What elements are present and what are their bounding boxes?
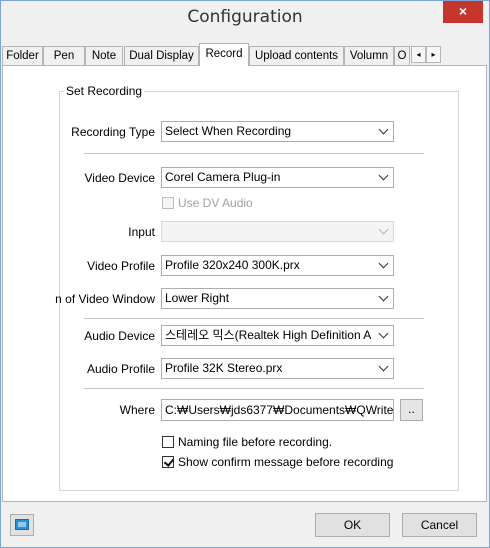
audio-device-label: Audio Device [84, 329, 155, 343]
video-window-select[interactable]: Lower Right [161, 288, 394, 309]
input-select[interactable] [161, 221, 394, 242]
separator [84, 153, 424, 154]
chevron-down-icon [378, 328, 389, 339]
tab-upload-contents[interactable]: Upload contents [249, 46, 344, 65]
separator [84, 318, 424, 319]
chevron-down-icon [378, 170, 389, 181]
tab-volumn[interactable]: Volumn [344, 46, 394, 65]
video-window-label-text: n of Video Window [55, 292, 155, 306]
tab-folder[interactable]: Folder [2, 46, 43, 65]
use-dv-audio-label: Use DV Audio [178, 196, 253, 210]
chevron-down-icon [378, 258, 389, 269]
audio-profile-select[interactable]: Profile 32K Stereo.prx [161, 358, 394, 379]
video-profile-label: Video Profile [87, 259, 155, 273]
use-dv-audio-checkbox[interactable]: Use DV Audio [162, 196, 253, 210]
tab-scroll-right-icon[interactable]: ▸ [426, 46, 441, 63]
audio-device-select[interactable]: 스테레오 믹스(Realtek High Definition A [161, 325, 394, 346]
chevron-down-icon [378, 224, 389, 235]
display-icon[interactable] [10, 514, 34, 536]
configuration-window: Configuration × Folder Pen Note Dual Dis… [0, 0, 490, 548]
video-profile-select[interactable]: Profile 320x240 300K.prx [161, 255, 394, 276]
video-device-value: Corel Camera Plug-in [165, 170, 281, 184]
show-confirm-checkbox[interactable]: Show confirm message before recording [162, 455, 393, 469]
checkbox-box [162, 436, 174, 448]
input-label: Input [128, 225, 155, 239]
group-title: Set Recording [64, 84, 145, 98]
chevron-down-icon [378, 361, 389, 372]
tab-dual-display[interactable]: Dual Display [124, 46, 199, 65]
tab-overflow[interactable]: O [394, 46, 410, 65]
video-device-select[interactable]: Corel Camera Plug-in [161, 167, 394, 188]
tab-record[interactable]: Record [199, 43, 249, 66]
screen-icon [15, 519, 29, 530]
chevron-down-icon [378, 124, 389, 135]
ok-button[interactable]: OK [315, 513, 390, 537]
recording-type-value: Select When Recording [165, 124, 292, 138]
naming-before-label: Naming file before recording. [178, 435, 333, 449]
close-button[interactable]: × [443, 1, 483, 23]
tab-strip: Folder Pen Note Dual Display Record Uplo… [2, 43, 488, 66]
tab-pen[interactable]: Pen [43, 46, 85, 65]
video-profile-value: Profile 320x240 300K.prx [165, 258, 300, 272]
recording-type-select[interactable]: Select When Recording [161, 121, 394, 142]
video-window-value: Lower Right [165, 291, 230, 305]
browse-button[interactable]: .. [400, 399, 423, 421]
video-window-label: n of Video Window [55, 292, 155, 306]
tab-note[interactable]: Note [85, 46, 123, 65]
audio-profile-label: Audio Profile [86, 362, 155, 376]
naming-before-checkbox[interactable]: Naming file before recording. [162, 435, 332, 449]
separator [84, 388, 424, 389]
checkbox-box [162, 197, 174, 209]
audio-device-value: 스테레오 믹스(Realtek High Definition A [165, 328, 372, 342]
tab-scroll-left-icon[interactable]: ◂ [411, 46, 426, 63]
chevron-down-icon [378, 291, 389, 302]
video-device-label: Video Device [84, 171, 156, 185]
window-title: Configuration [187, 7, 303, 27]
show-confirm-label: Show confirm message before recording [178, 455, 394, 469]
audio-profile-value: Profile 32K Stereo.prx [165, 361, 283, 375]
recording-type-label: Recording Type [71, 125, 155, 139]
checkmark-icon [163, 456, 175, 467]
checkbox-box [162, 456, 175, 468]
where-label: Where [119, 403, 155, 417]
cancel-button[interactable]: Cancel [402, 513, 477, 537]
where-path-input[interactable]: C:₩Users₩jds6377₩Documents₩QWrite [161, 399, 394, 421]
title-bar[interactable]: Configuration × [1, 1, 489, 34]
